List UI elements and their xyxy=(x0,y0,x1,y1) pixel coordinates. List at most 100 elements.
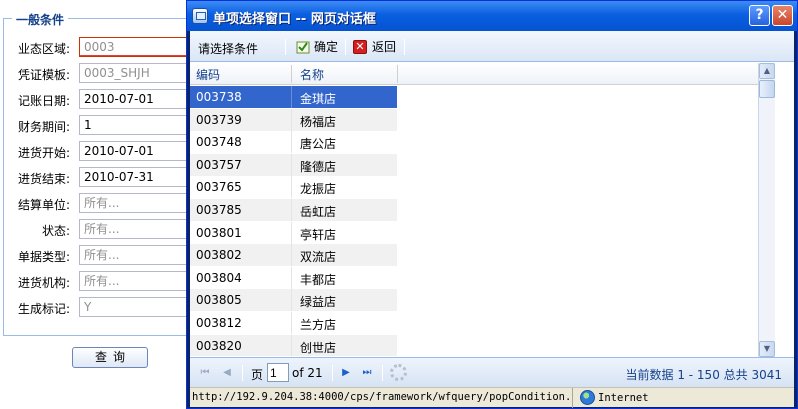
form-row: 状态: 所有... xyxy=(0,219,209,241)
prev-page-icon[interactable]: ◀ xyxy=(220,366,234,380)
single-select-dialog: 单项选择窗口 -- 网页对话框 ? ✕ 请选择条件 确定 ✕ 返回 编码 名称 … xyxy=(186,0,798,409)
confirm-label: 确定 xyxy=(314,40,339,54)
confirm-check-icon xyxy=(296,41,310,54)
window-icon xyxy=(192,8,208,24)
table-row[interactable]: 003812 兰方店 xyxy=(190,312,397,334)
page-label: 页 xyxy=(251,368,264,382)
form-row: 结算单位: 所有... xyxy=(0,193,209,215)
name-cell: 创世店 xyxy=(300,340,337,355)
table-row[interactable]: 003738 金琪店 xyxy=(190,86,397,108)
column-divider xyxy=(291,108,292,131)
field-label: 单据类型: xyxy=(17,250,70,264)
pager-separator xyxy=(242,365,243,381)
dialog-toolbar: 请选择条件 确定 ✕ 返回 xyxy=(190,31,794,62)
table-row[interactable]: 003785 岳虹店 xyxy=(190,199,397,221)
name-cell: 兰方店 xyxy=(300,318,337,332)
security-zone: Internet xyxy=(576,388,653,408)
column-header-code[interactable]: 编码 xyxy=(196,66,220,83)
code-cell: 003739 xyxy=(196,112,242,127)
dialog-titlebar[interactable]: 单项选择窗口 -- 网页对话框 ? ✕ xyxy=(187,1,797,31)
table-row[interactable]: 003804 丰都店 xyxy=(190,266,397,289)
zone-label: Internet xyxy=(598,392,649,404)
next-page-icon[interactable]: ▶ xyxy=(339,366,353,380)
table-row[interactable]: 003748 唐公店 xyxy=(190,131,397,154)
column-divider xyxy=(291,86,292,108)
form-row: 进货开始: 2010-07-01 xyxy=(0,141,209,163)
table-row[interactable]: 003801 亭轩店 xyxy=(190,221,397,244)
code-cell: 003804 xyxy=(196,270,242,285)
name-cell: 金琪店 xyxy=(300,92,337,106)
form-row: 凭证模板: 0003_SHJH xyxy=(0,63,209,85)
form-row: 记账日期: 2010-07-01 xyxy=(0,89,209,111)
column-divider xyxy=(291,221,292,244)
toolbar-separator xyxy=(345,39,346,55)
field-label: 状态: xyxy=(41,224,70,238)
grid-body: 003738 金琪店 003739 杨福店 003748 唐公店 003757 隆德店 0037… xyxy=(190,86,758,356)
code-cell: 003820 xyxy=(196,338,242,353)
column-divider xyxy=(291,199,292,221)
first-page-icon[interactable]: ⏮ xyxy=(198,366,212,380)
form-row: 财务期间: 1 xyxy=(0,115,209,137)
fieldset-legend: 一般条件 xyxy=(12,11,69,28)
name-cell: 双流店 xyxy=(300,250,337,265)
scroll-up-icon[interactable]: ▲ xyxy=(759,63,775,79)
help-button[interactable]: ? xyxy=(749,5,770,26)
code-cell: 003812 xyxy=(196,316,242,330)
form-row: 生成标记: Y xyxy=(0,297,209,319)
column-resizer[interactable] xyxy=(291,65,292,83)
column-divider xyxy=(291,266,292,289)
dialog-client: 请选择条件 确定 ✕ 返回 编码 名称 003738 金琪店 003739 杨福店 00 xyxy=(190,31,794,387)
table-row[interactable]: 003805 绿益店 xyxy=(190,289,397,312)
column-divider xyxy=(291,312,292,334)
table-row[interactable]: 003765 龙振店 xyxy=(190,176,397,199)
paging-info: 当前数据 1 - 150 总共 3041 xyxy=(625,368,782,382)
table-row[interactable]: 003820 创世店 xyxy=(190,334,397,356)
paging-toolbar: ⏮ ◀ 页 of 21 ▶ ⏭ 当前数据 1 - 150 总共 3041 xyxy=(190,357,794,387)
field-label: 业态区域: xyxy=(17,42,70,56)
query-button[interactable]: 查询 xyxy=(72,347,148,368)
column-divider xyxy=(291,153,292,176)
toolbar-separator xyxy=(404,39,405,55)
dialog-title: 单项选择窗口 -- 网页对话框 xyxy=(213,12,376,27)
name-cell: 岳虹店 xyxy=(300,205,337,219)
refresh-icon[interactable] xyxy=(390,364,407,381)
field-label: 进货机构: xyxy=(17,276,70,290)
toolbar-label: 请选择条件 xyxy=(198,42,259,56)
last-page-icon[interactable]: ⏭ xyxy=(360,366,374,380)
pager-separator xyxy=(332,365,333,381)
table-row[interactable]: 003739 杨福店 xyxy=(190,108,397,131)
column-divider xyxy=(291,131,292,154)
close-button[interactable]: ✕ xyxy=(772,5,793,26)
status-url: http://192.9.204.38:4000/cps/framework/w… xyxy=(190,388,573,408)
table-row[interactable]: 003757 隆德店 xyxy=(190,153,397,176)
field-label: 结算单位: xyxy=(17,198,70,212)
scroll-down-icon[interactable]: ▼ xyxy=(759,341,775,357)
column-header-name[interactable]: 名称 xyxy=(300,66,324,83)
form-row: 进货结束: 2010-07-31 xyxy=(0,167,209,189)
code-cell: 003785 xyxy=(196,203,242,217)
code-cell: 003738 xyxy=(196,90,242,104)
form-row: 单据类型: 所有... xyxy=(0,245,209,267)
name-cell: 绿益店 xyxy=(300,295,337,310)
code-cell: 003802 xyxy=(196,248,242,263)
grid-vertical-scrollbar[interactable]: ▲ ▼ xyxy=(758,63,775,357)
column-resizer[interactable] xyxy=(397,65,398,83)
back-button[interactable]: ✕ 返回 xyxy=(353,38,396,56)
name-cell: 丰都店 xyxy=(300,272,337,287)
code-cell: 003748 xyxy=(196,135,242,150)
globe-icon xyxy=(580,390,595,405)
page-count: of 21 xyxy=(292,366,323,380)
page-number-input[interactable] xyxy=(267,363,289,382)
name-cell: 龙振店 xyxy=(300,182,337,197)
back-label: 返回 xyxy=(372,40,397,54)
confirm-button[interactable]: 确定 xyxy=(295,38,338,56)
code-cell: 003765 xyxy=(196,180,242,195)
name-cell: 隆德店 xyxy=(300,159,337,174)
field-label: 进货结束: xyxy=(17,172,70,186)
scroll-thumb[interactable] xyxy=(759,80,775,98)
column-divider xyxy=(291,244,292,267)
column-divider xyxy=(291,334,292,356)
grid-header: 编码 名称 xyxy=(190,63,758,85)
pager-separator xyxy=(382,365,383,381)
table-row[interactable]: 003802 双流店 xyxy=(190,244,397,267)
